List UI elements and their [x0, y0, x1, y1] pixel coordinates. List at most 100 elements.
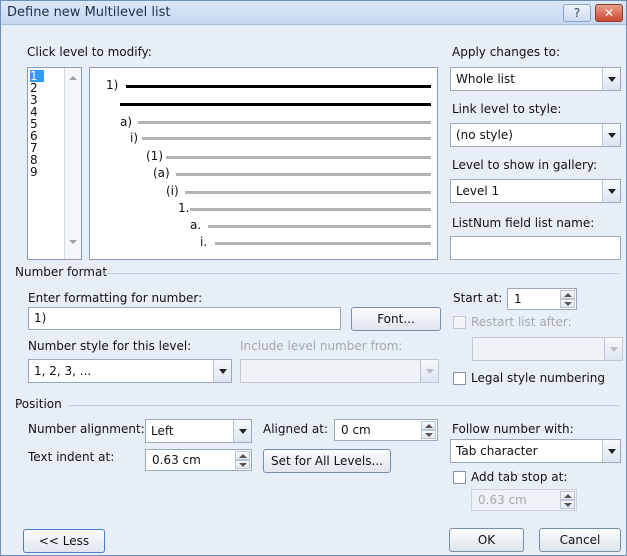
follow-number-select[interactable]: Tab character [450, 439, 621, 463]
chevron-down-icon [602, 440, 620, 462]
help-icon: ? [573, 6, 581, 20]
stepper-up-icon[interactable] [235, 451, 250, 460]
cancel-button[interactable]: Cancel [539, 528, 621, 552]
section-divider [69, 405, 619, 406]
legal-style-checkbox[interactable] [453, 372, 466, 385]
tab-stop-value: 0.63 cm [478, 493, 527, 507]
level-item[interactable]: 9 [30, 166, 44, 178]
link-level-select[interactable]: (no style) [450, 123, 621, 147]
number-format-section-label: Number format [15, 265, 108, 279]
text-indent-label: Text indent at: [28, 450, 115, 464]
listnum-input[interactable] [450, 236, 621, 260]
gallery-level-label: Level to show in gallery: [452, 158, 598, 172]
preview-label: a) [120, 115, 133, 129]
level-scrollbar[interactable] [64, 68, 81, 259]
gallery-level-select[interactable]: Level 1 [450, 179, 621, 203]
tab-stop-stepper[interactable]: 0.63 cm [471, 489, 577, 511]
apply-changes-select[interactable]: Whole list [450, 67, 621, 91]
include-level-label: Include level number from: [240, 339, 403, 353]
preview-line [208, 225, 431, 228]
level-picker-label: Click level to modify: [27, 45, 152, 59]
preview-line [176, 173, 431, 176]
level-listbox[interactable]: 1 2 3 4 5 6 7 8 9 [27, 67, 82, 260]
aligned-at-label: Aligned at: [263, 422, 329, 436]
text-indent-value: 0.63 cm [152, 453, 201, 467]
title-bar: Define new Multilevel list ? ✕ [1, 1, 626, 25]
chevron-down-icon [233, 420, 251, 442]
position-section-label: Position [15, 397, 62, 411]
chevron-down-icon [602, 180, 620, 202]
set-all-levels-button[interactable]: Set for All Levels... [263, 449, 391, 473]
scroll-down-icon [69, 240, 77, 244]
preview-label: (1) [146, 149, 163, 163]
preview-label: 1. [178, 201, 190, 215]
stepper-down-icon[interactable] [235, 460, 250, 469]
stepper-arrows[interactable] [560, 290, 575, 308]
stepper-down-icon[interactable] [421, 430, 436, 439]
start-at-stepper[interactable]: 1 [507, 288, 577, 310]
restart-list-select[interactable] [472, 337, 623, 361]
text-indent-stepper[interactable]: 0.63 cm [145, 449, 252, 471]
tab-stop-checkbox[interactable] [453, 471, 466, 484]
stepper-arrows[interactable] [560, 491, 575, 509]
less-button[interactable]: << Less [23, 529, 105, 553]
enter-format-label: Enter formatting for number: [28, 291, 203, 305]
preview-label: i. [200, 235, 208, 249]
preview-label: (i) [166, 184, 179, 198]
follow-number-label: Follow number with: [452, 422, 574, 436]
list-preview: 1) a) i) (1) (a) (i) 1. a. i. [89, 67, 438, 260]
preview-line [190, 208, 431, 211]
preview-label: 1) [106, 78, 119, 92]
preview-line [142, 137, 431, 140]
tab-stop-label: Add tab stop at: [471, 470, 568, 484]
ok-button[interactable]: OK [449, 528, 524, 552]
close-button[interactable]: ✕ [595, 4, 623, 22]
stepper-arrows[interactable] [235, 451, 250, 469]
format-value: 1) [34, 311, 47, 325]
chevron-down-icon [602, 124, 620, 146]
stepper-up-icon[interactable] [421, 421, 436, 430]
preview-label: (a) [153, 166, 170, 180]
section-divider [101, 273, 619, 274]
aligned-at-value: 0 cm [341, 423, 371, 437]
chevron-down-icon [420, 360, 438, 382]
number-style-value: 1, 2, 3, ... [34, 364, 92, 378]
link-level-value: (no style) [456, 128, 513, 142]
preview-line [215, 242, 431, 245]
preview-line [185, 191, 431, 194]
gallery-level-value: Level 1 [456, 184, 500, 198]
start-at-label: Start at: [453, 291, 503, 305]
number-alignment-value: Left [151, 424, 174, 438]
stepper-down-icon[interactable] [560, 299, 575, 308]
include-level-select[interactable] [240, 359, 439, 383]
dialog-title: Define new Multilevel list [7, 5, 171, 20]
number-alignment-select[interactable]: Left [145, 419, 252, 443]
preview-line [126, 85, 431, 88]
chevron-down-icon [213, 360, 231, 382]
number-style-label: Number style for this level: [28, 339, 192, 353]
close-icon: ✕ [603, 6, 615, 20]
stepper-up-icon[interactable] [560, 491, 575, 500]
help-button[interactable]: ? [563, 4, 591, 22]
listnum-label: ListNum field list name: [452, 216, 595, 230]
stepper-down-icon[interactable] [560, 500, 575, 509]
chevron-down-icon [602, 68, 620, 90]
stepper-arrows[interactable] [421, 421, 436, 439]
legal-style-label: Legal style numbering [471, 371, 605, 385]
preview-line [120, 103, 431, 106]
start-at-value: 1 [514, 292, 522, 306]
apply-changes-label: Apply changes to: [452, 45, 561, 59]
format-input[interactable]: 1) [28, 307, 341, 330]
restart-list-checkbox[interactable] [453, 316, 466, 329]
dialog-window: Define new Multilevel list ? ✕ Click lev… [0, 0, 627, 556]
preview-label: a. [190, 218, 202, 232]
number-style-select[interactable]: 1, 2, 3, ... [28, 359, 232, 383]
link-level-label: Link level to style: [452, 102, 562, 116]
follow-number-value: Tab character [456, 444, 538, 458]
preview-label: i) [130, 131, 139, 145]
apply-changes-value: Whole list [456, 72, 515, 86]
stepper-up-icon[interactable] [560, 290, 575, 299]
font-button[interactable]: Font... [351, 307, 441, 331]
restart-list-label: Restart list after: [471, 315, 572, 329]
aligned-at-stepper[interactable]: 0 cm [334, 419, 438, 441]
